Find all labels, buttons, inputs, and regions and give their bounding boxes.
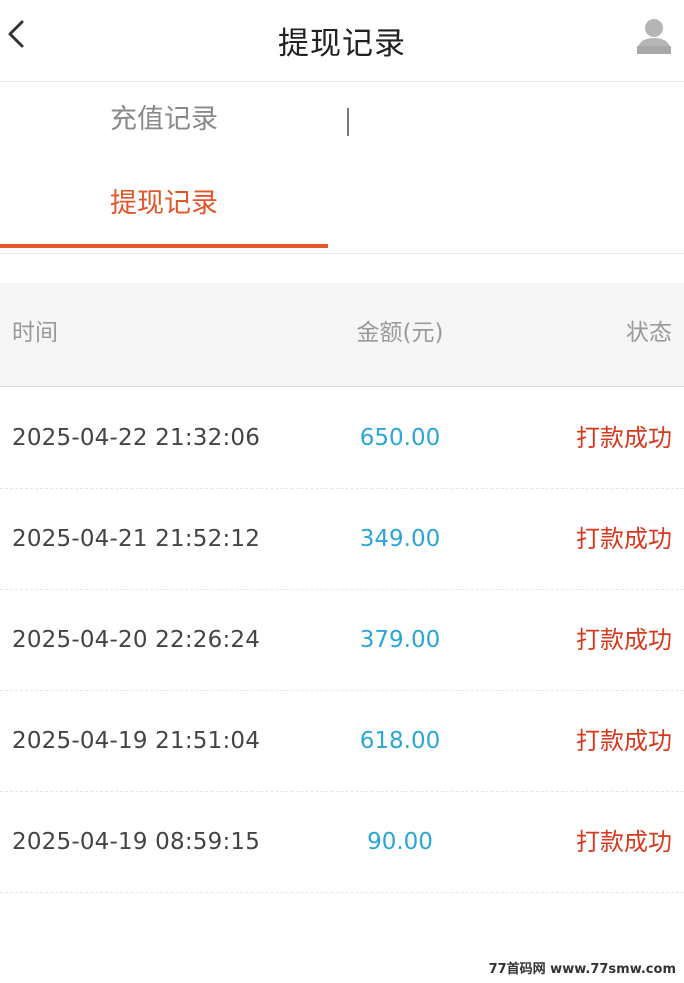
user-icon[interactable] — [634, 16, 674, 56]
tab-recharge-records[interactable]: 充值记录 — [0, 82, 328, 158]
record-status: 打款成功 — [576, 525, 672, 553]
column-header-status: 状态 — [626, 320, 672, 346]
table-header: 时间 金额(元) 状态 — [0, 283, 684, 387]
record-tabs: 充值记录 提现记录 — [0, 82, 684, 254]
column-header-time: 时间 — [12, 320, 58, 346]
table-row: 2025-04-21 21:52:12 349.00 打款成功 — [0, 489, 684, 590]
record-amount: 90.00 — [367, 829, 433, 855]
record-time: 2025-04-19 08:59:15 — [12, 829, 261, 855]
top-bar: 提现记录 — [0, 0, 684, 82]
record-amount: 618.00 — [359, 728, 441, 754]
tab-withdraw-records[interactable]: 提现记录 — [0, 166, 328, 246]
record-time: 2025-04-22 21:32:06 — [12, 425, 261, 451]
record-amount: 349.00 — [359, 526, 441, 552]
withdraw-record-list: 2025-04-22 21:32:06 650.00 打款成功 2025-04-… — [0, 388, 684, 893]
table-row: 2025-04-19 21:51:04 618.00 打款成功 — [0, 691, 684, 792]
record-status: 打款成功 — [576, 424, 672, 452]
column-header-amount: 金额(元) — [356, 320, 444, 346]
record-amount: 650.00 — [359, 425, 441, 451]
table-row: 2025-04-22 21:32:06 650.00 打款成功 — [0, 388, 684, 489]
record-time: 2025-04-21 21:52:12 — [12, 526, 261, 552]
tab-divider — [347, 108, 349, 136]
page-title: 提现记录 — [278, 26, 406, 62]
table-row: 2025-04-19 08:59:15 90.00 打款成功 — [0, 792, 684, 893]
active-tab-indicator — [0, 244, 328, 248]
watermark: 77首码网 www.77smw.com — [488, 962, 676, 977]
record-amount: 379.00 — [359, 627, 441, 653]
record-status: 打款成功 — [576, 626, 672, 654]
record-status: 打款成功 — [576, 727, 672, 755]
record-time: 2025-04-20 22:26:24 — [12, 627, 261, 653]
record-time: 2025-04-19 21:51:04 — [12, 728, 261, 754]
table-row: 2025-04-20 22:26:24 379.00 打款成功 — [0, 590, 684, 691]
record-status: 打款成功 — [576, 828, 672, 856]
